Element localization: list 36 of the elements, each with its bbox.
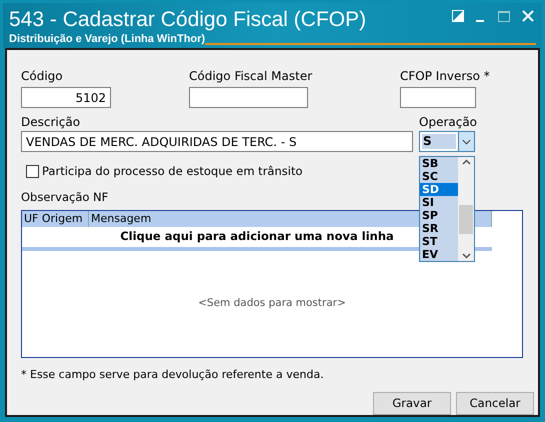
dropdown-option[interactable]: SC [420, 170, 458, 183]
field-label: CFOP Inverso * [400, 70, 490, 82]
scroll-down-icon[interactable] [462, 253, 470, 259]
dropdown-option[interactable]: EV [420, 248, 458, 261]
operation-dropdown[interactable]: S [419, 131, 475, 152]
close-icon[interactable] [522, 10, 534, 22]
caret-icon[interactable] [458, 132, 474, 151]
scrollbar[interactable] [458, 157, 474, 261]
maximize-icon[interactable] [498, 10, 510, 22]
footnote: * Esse campo serve para devolução referente a venda. [21, 366, 325, 382]
dialog-button[interactable]: Gravar [373, 392, 451, 415]
dropdown-option[interactable]: ST [420, 235, 458, 248]
grid-label: Observação NF [21, 189, 108, 206]
window-subtitle: Distribuição e Varejo (Linha WinThor) [9, 32, 206, 46]
field-label: Código Fiscal Master [189, 70, 314, 82]
scroll-up-icon[interactable] [462, 159, 470, 165]
window-title: 543 - Cadastrar Código Fiscal (CFOP) [9, 8, 366, 32]
dialog-button[interactable]: Cancelar [456, 392, 534, 415]
field-label: Operação [419, 116, 478, 128]
description-field[interactable]: VENDAS DE MERC. ADQUIRIDAS DE TERC. - S [21, 131, 413, 152]
checkbox-label: Participa do processo de estoque em trânsito [42, 163, 302, 180]
new-row-link[interactable]: Clique aqui para adicionar uma nova linha [120, 228, 394, 246]
dropdown-option[interactable]: SD [420, 183, 458, 196]
field-label: Descrição [21, 116, 82, 128]
dropdown-option[interactable]: SB [420, 157, 458, 170]
inverse-cfop-field[interactable] [400, 87, 476, 108]
dropdown-option[interactable]: SI [420, 196, 458, 209]
scrollbar-thumb[interactable] [459, 204, 473, 234]
master-code-field[interactable] [189, 87, 308, 108]
column-header[interactable]: UF Origem [22, 210, 89, 226]
code-field[interactable]: 5102 [21, 87, 111, 108]
empty-message: <Sem dados para mostrar> [198, 296, 346, 311]
checkbox[interactable] [26, 165, 39, 178]
field-label: Código [21, 70, 64, 82]
restore-icon[interactable] [452, 10, 464, 22]
dropdown-option[interactable]: SP [420, 209, 458, 222]
